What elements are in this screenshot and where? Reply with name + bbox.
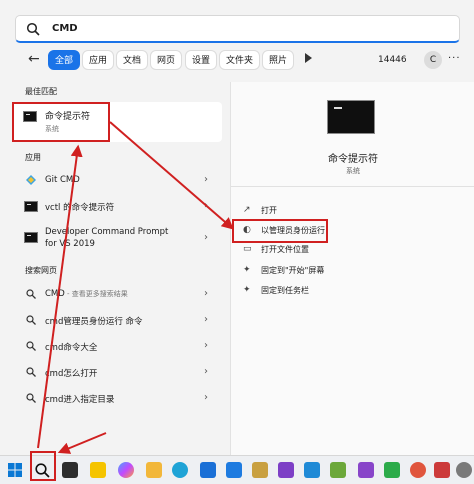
edge-icon[interactable]: [172, 462, 188, 478]
more-filters-icon[interactable]: [305, 53, 312, 63]
taskbar: [0, 455, 474, 484]
divider: [231, 186, 474, 187]
filter-documents[interactable]: 文档: [116, 50, 149, 70]
action-label: 固定到"开始"屏幕: [261, 266, 325, 275]
filter-apps[interactable]: 应用: [82, 50, 115, 70]
command-prompt-icon: [24, 201, 38, 212]
more-options-icon[interactable]: ···: [448, 53, 461, 64]
action-open-file-location[interactable]: ▭ 打开文件位置: [241, 241, 441, 259]
app-dev-command-prompt[interactable]: Developer Command Prompt for VS 2019 ›: [12, 224, 222, 254]
web-result-label: cmd进入指定目录: [45, 395, 115, 405]
search-icon: [26, 22, 40, 36]
web-result[interactable]: cmd管理员身份运行 命令 ›: [12, 310, 222, 332]
git-cmd-icon: [26, 175, 36, 185]
search-icon: [26, 315, 36, 325]
filter-bar: ← 全部 应用 文档 网页 设置 文件夹 照片 14446 C ···: [0, 50, 474, 72]
notes-app-icon[interactable]: [90, 462, 106, 478]
vscode-icon[interactable]: [304, 462, 320, 478]
rewards-count: 14446: [378, 55, 407, 65]
highlight-box-run-as-admin: [232, 219, 328, 243]
pin-icon: ✦: [243, 285, 251, 295]
app-label: vctl 的命令提示符: [45, 203, 115, 213]
app-icon[interactable]: [252, 462, 268, 478]
avatar[interactable]: C: [424, 51, 442, 69]
chrome-icon[interactable]: [410, 462, 426, 478]
app-icon[interactable]: [434, 462, 450, 478]
chevron-right-icon[interactable]: ›: [204, 366, 208, 377]
search-input[interactable]: CMD: [52, 23, 78, 34]
visual-studio-icon[interactable]: [278, 462, 294, 478]
app-icon[interactable]: [330, 462, 346, 478]
web-result-label: cmd命令大全: [45, 343, 98, 353]
chevron-right-icon[interactable]: ›: [204, 314, 208, 325]
search-icon: [26, 367, 36, 377]
web-result-label: cmd管理员身份运行 命令: [45, 317, 143, 327]
chevron-right-icon[interactable]: ›: [204, 232, 208, 243]
command-prompt-icon: [24, 232, 38, 243]
search-box[interactable]: CMD: [15, 15, 460, 43]
section-apps: 应用: [25, 153, 41, 162]
action-label: 打开: [261, 206, 277, 215]
app-git-cmd[interactable]: Git CMD ›: [12, 170, 222, 192]
filter-settings[interactable]: 设置: [185, 50, 218, 70]
action-label: 打开文件位置: [261, 245, 309, 254]
chevron-right-icon[interactable]: ›: [204, 392, 208, 403]
copilot-icon[interactable]: [118, 462, 134, 478]
web-result[interactable]: cmd命令大全 ›: [12, 336, 222, 358]
app-label: Git CMD: [45, 175, 80, 185]
search-icon: [26, 393, 36, 403]
windows-start-icon[interactable]: [7, 462, 23, 478]
action-open[interactable]: ↗ 打开: [241, 202, 441, 220]
action-pin-to-start[interactable]: ✦ 固定到"开始"屏幕: [241, 262, 441, 280]
app-icon[interactable]: [200, 462, 216, 478]
pin-icon: ✦: [243, 265, 251, 275]
chevron-right-icon[interactable]: ›: [204, 200, 208, 211]
back-arrow-icon[interactable]: ←: [28, 51, 40, 67]
web-result-label: cmd怎么打开: [45, 369, 98, 379]
web-result-suffix: - 查看更多搜索结果: [64, 290, 128, 298]
chevron-right-icon[interactable]: ›: [204, 174, 208, 185]
search-icon: [26, 289, 36, 299]
folder-icon: ▭: [243, 244, 252, 254]
web-result[interactable]: cmd进入指定目录 ›: [12, 388, 222, 410]
command-prompt-large-icon: [327, 100, 375, 134]
app-label: Developer Command Prompt: [45, 227, 169, 237]
web-result-label: CMD - 查看更多搜索结果: [45, 289, 128, 299]
app-vctl-prompt[interactable]: vctl 的命令提示符 ›: [12, 196, 222, 218]
web-result-cmd[interactable]: CMD - 查看更多搜索结果 ›: [12, 284, 222, 306]
section-best-match: 最佳匹配: [25, 87, 57, 96]
filter-web[interactable]: 网页: [150, 50, 183, 70]
chevron-right-icon[interactable]: ›: [204, 340, 208, 351]
search-icon: [26, 341, 36, 351]
action-pin-to-taskbar[interactable]: ✦ 固定到任务栏: [241, 282, 441, 300]
filter-photos[interactable]: 照片: [262, 50, 295, 70]
preview-title: 命令提示符: [328, 154, 378, 165]
app-label-line2: for VS 2019: [45, 239, 95, 249]
highlight-box-taskbar-search: [30, 451, 56, 481]
web-result[interactable]: cmd怎么打开 ›: [12, 362, 222, 384]
visual-studio-icon[interactable]: [358, 462, 374, 478]
task-view-icon[interactable]: [62, 462, 78, 478]
filter-all[interactable]: 全部: [48, 50, 81, 70]
open-icon: ↗: [243, 205, 251, 215]
wechat-icon[interactable]: [384, 462, 400, 478]
settings-icon[interactable]: [456, 462, 472, 478]
action-label: 固定到任务栏: [261, 286, 309, 295]
file-explorer-icon[interactable]: [146, 462, 162, 478]
filter-folders[interactable]: 文件夹: [219, 50, 261, 70]
app-icon[interactable]: [226, 462, 242, 478]
section-web: 搜索网页: [25, 266, 57, 275]
preview-pane: 命令提示符 系统 ↗ 打开 ◐ 以管理员身份运行 ▭ 打开文件位置 ✦ 固定到"…: [230, 82, 474, 455]
chevron-right-icon[interactable]: ›: [204, 288, 208, 299]
highlight-box-best-match: [12, 102, 110, 142]
preview-sub: 系统: [346, 167, 360, 175]
